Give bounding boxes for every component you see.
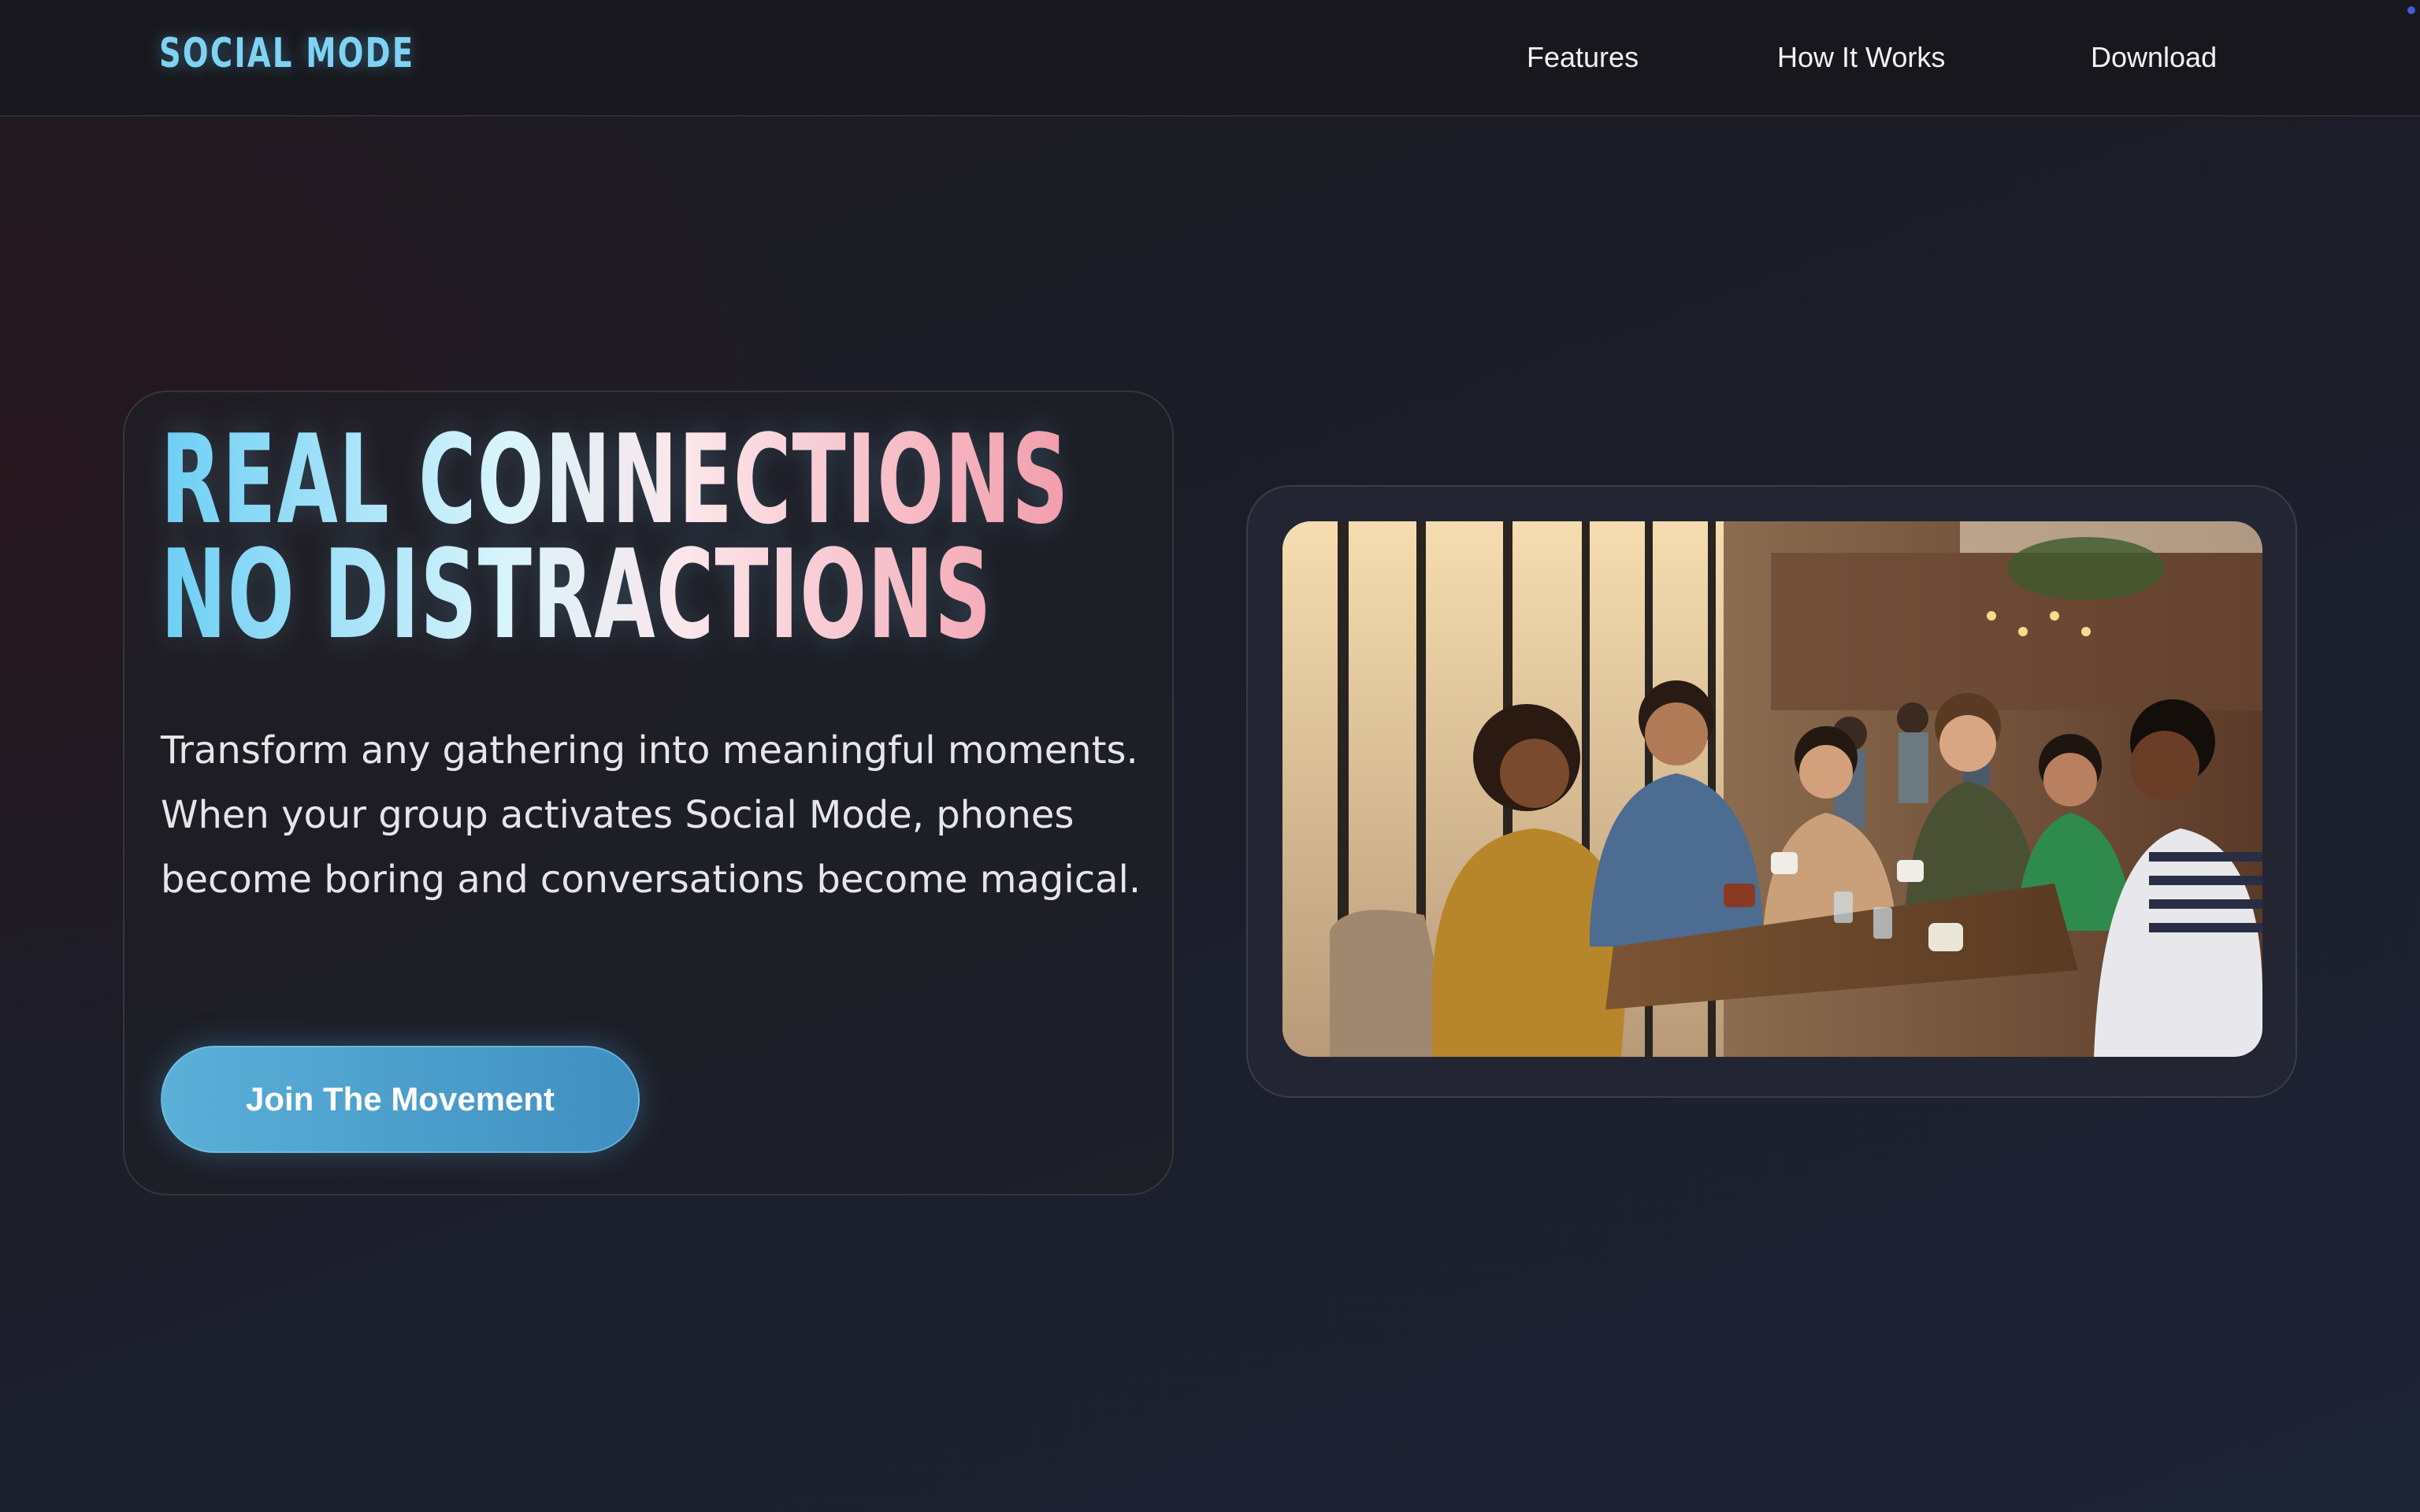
hero-headline: REAL CONNECTIONS NO DISTRACTIONS <box>161 422 1070 652</box>
logo[interactable]: SOCIAL MODE <box>159 30 414 77</box>
hero-card: REAL CONNECTIONS NO DISTRACTIONS Transfo… <box>123 391 1174 1195</box>
site-header: SOCIAL MODE Features How It Works Downlo… <box>0 0 2420 117</box>
nav-link-how-it-works[interactable]: How It Works <box>1777 41 1945 74</box>
cafe-photo <box>1282 521 2262 1057</box>
join-movement-button[interactable]: Join The Movement <box>161 1046 640 1153</box>
hero-description: Transform any gathering into meaningful … <box>161 728 1141 902</box>
headline-line-1: REAL CONNECTIONS <box>161 408 1070 551</box>
cafe-photo-illustration <box>1282 521 2262 1057</box>
corner-dot <box>2407 6 2415 14</box>
nav-link-download[interactable]: Download <box>2091 41 2217 74</box>
nav-link-features[interactable]: Features <box>1527 41 1639 74</box>
headline-line-2: NO DISTRACTIONS <box>161 523 993 666</box>
image-card <box>1246 485 2297 1098</box>
